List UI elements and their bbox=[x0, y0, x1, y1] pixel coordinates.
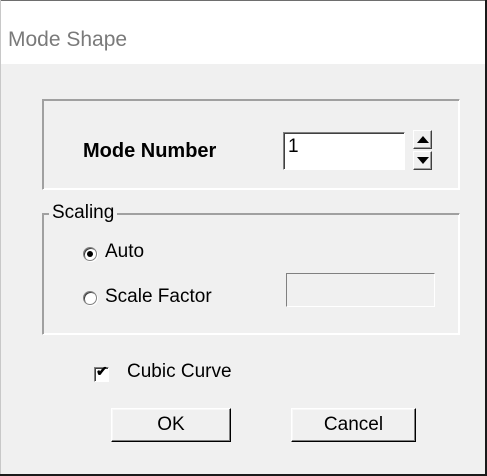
frame-edge bbox=[0, 0, 487, 1]
window-title: Mode Shape bbox=[8, 28, 128, 51]
spin-down-button[interactable] bbox=[413, 151, 432, 170]
mode-number-input[interactable]: 1 bbox=[283, 132, 405, 170]
spin-up-button[interactable] bbox=[413, 130, 432, 149]
radio-scale-factor-label[interactable]: Scale Factor bbox=[105, 286, 212, 308]
cubic-curve-label[interactable]: Cubic Curve bbox=[127, 361, 232, 383]
radio-scale-factor[interactable] bbox=[83, 291, 97, 305]
cubic-curve-checkbox[interactable]: ✔ bbox=[94, 363, 109, 382]
radio-auto-label[interactable]: Auto bbox=[105, 241, 144, 263]
radio-auto[interactable] bbox=[83, 247, 97, 261]
ok-button[interactable]: OK bbox=[111, 408, 231, 442]
arrow-up-icon bbox=[417, 136, 429, 143]
mode-number-label: Mode Number bbox=[83, 140, 217, 162]
scaling-group-legend: Scaling bbox=[49, 202, 118, 224]
radio-selected-dot bbox=[87, 251, 93, 257]
dialog-window: Mode Shape Mode Number 1 Scaling Auto Sc… bbox=[0, 0, 487, 475]
cancel-button[interactable]: Cancel bbox=[291, 408, 416, 442]
title-bar[interactable]: Mode Shape bbox=[1, 0, 486, 64]
frame-edge bbox=[0, 0, 1, 476]
scale-factor-input[interactable] bbox=[286, 273, 435, 307]
checkmark-icon: ✔ bbox=[96, 363, 108, 379]
arrow-down-icon bbox=[417, 157, 429, 164]
